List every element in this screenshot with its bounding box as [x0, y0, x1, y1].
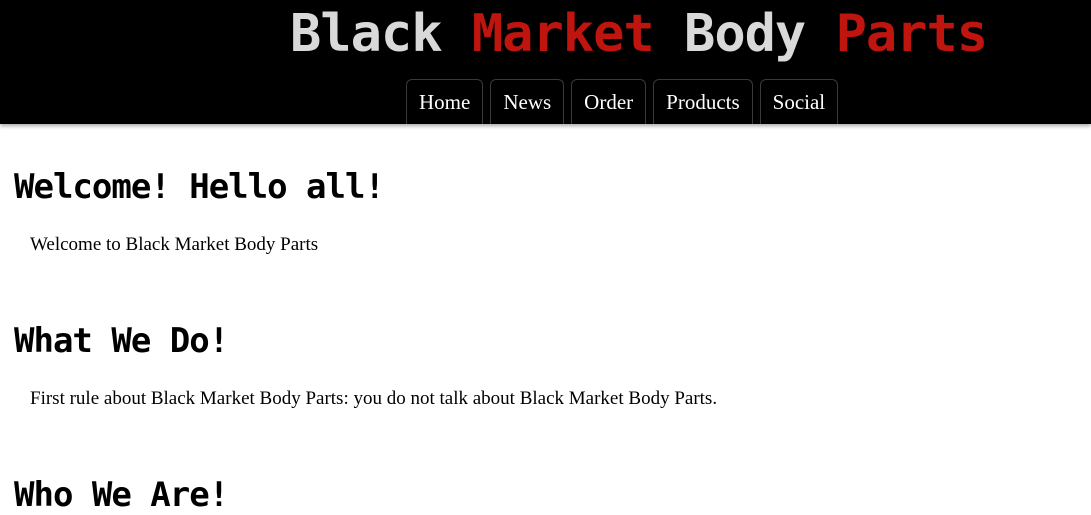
site-title-word-parts: Parts [835, 4, 989, 64]
nav-tab-social[interactable]: Social [759, 79, 839, 124]
section-heading-who-we-are: Who We Are! [14, 475, 229, 515]
nav-tab-products[interactable]: Products [653, 79, 753, 124]
nav-tab-home[interactable]: Home [406, 79, 484, 124]
main-nav: Home News Order Products Social [406, 79, 839, 124]
section-heading-welcome: Welcome! Hello all! [14, 167, 385, 207]
section-text-welcome: Welcome to Black Market Body Parts [30, 234, 319, 255]
nav-tab-news[interactable]: News [490, 79, 565, 124]
site-header: Black Market Body Parts Home News Order … [0, 0, 1091, 124]
site-title-word-black: Black [290, 4, 443, 64]
nav-tab-order[interactable]: Order [571, 79, 647, 124]
site-title-word-body: Body [684, 4, 806, 64]
site-title: Black Market Body Parts [290, 2, 989, 66]
site-title-word-market: Market [471, 4, 655, 64]
section-text-what-we-do: First rule about Black Market Body Parts… [30, 388, 718, 409]
section-heading-what-we-do: What We Do! [14, 321, 229, 361]
